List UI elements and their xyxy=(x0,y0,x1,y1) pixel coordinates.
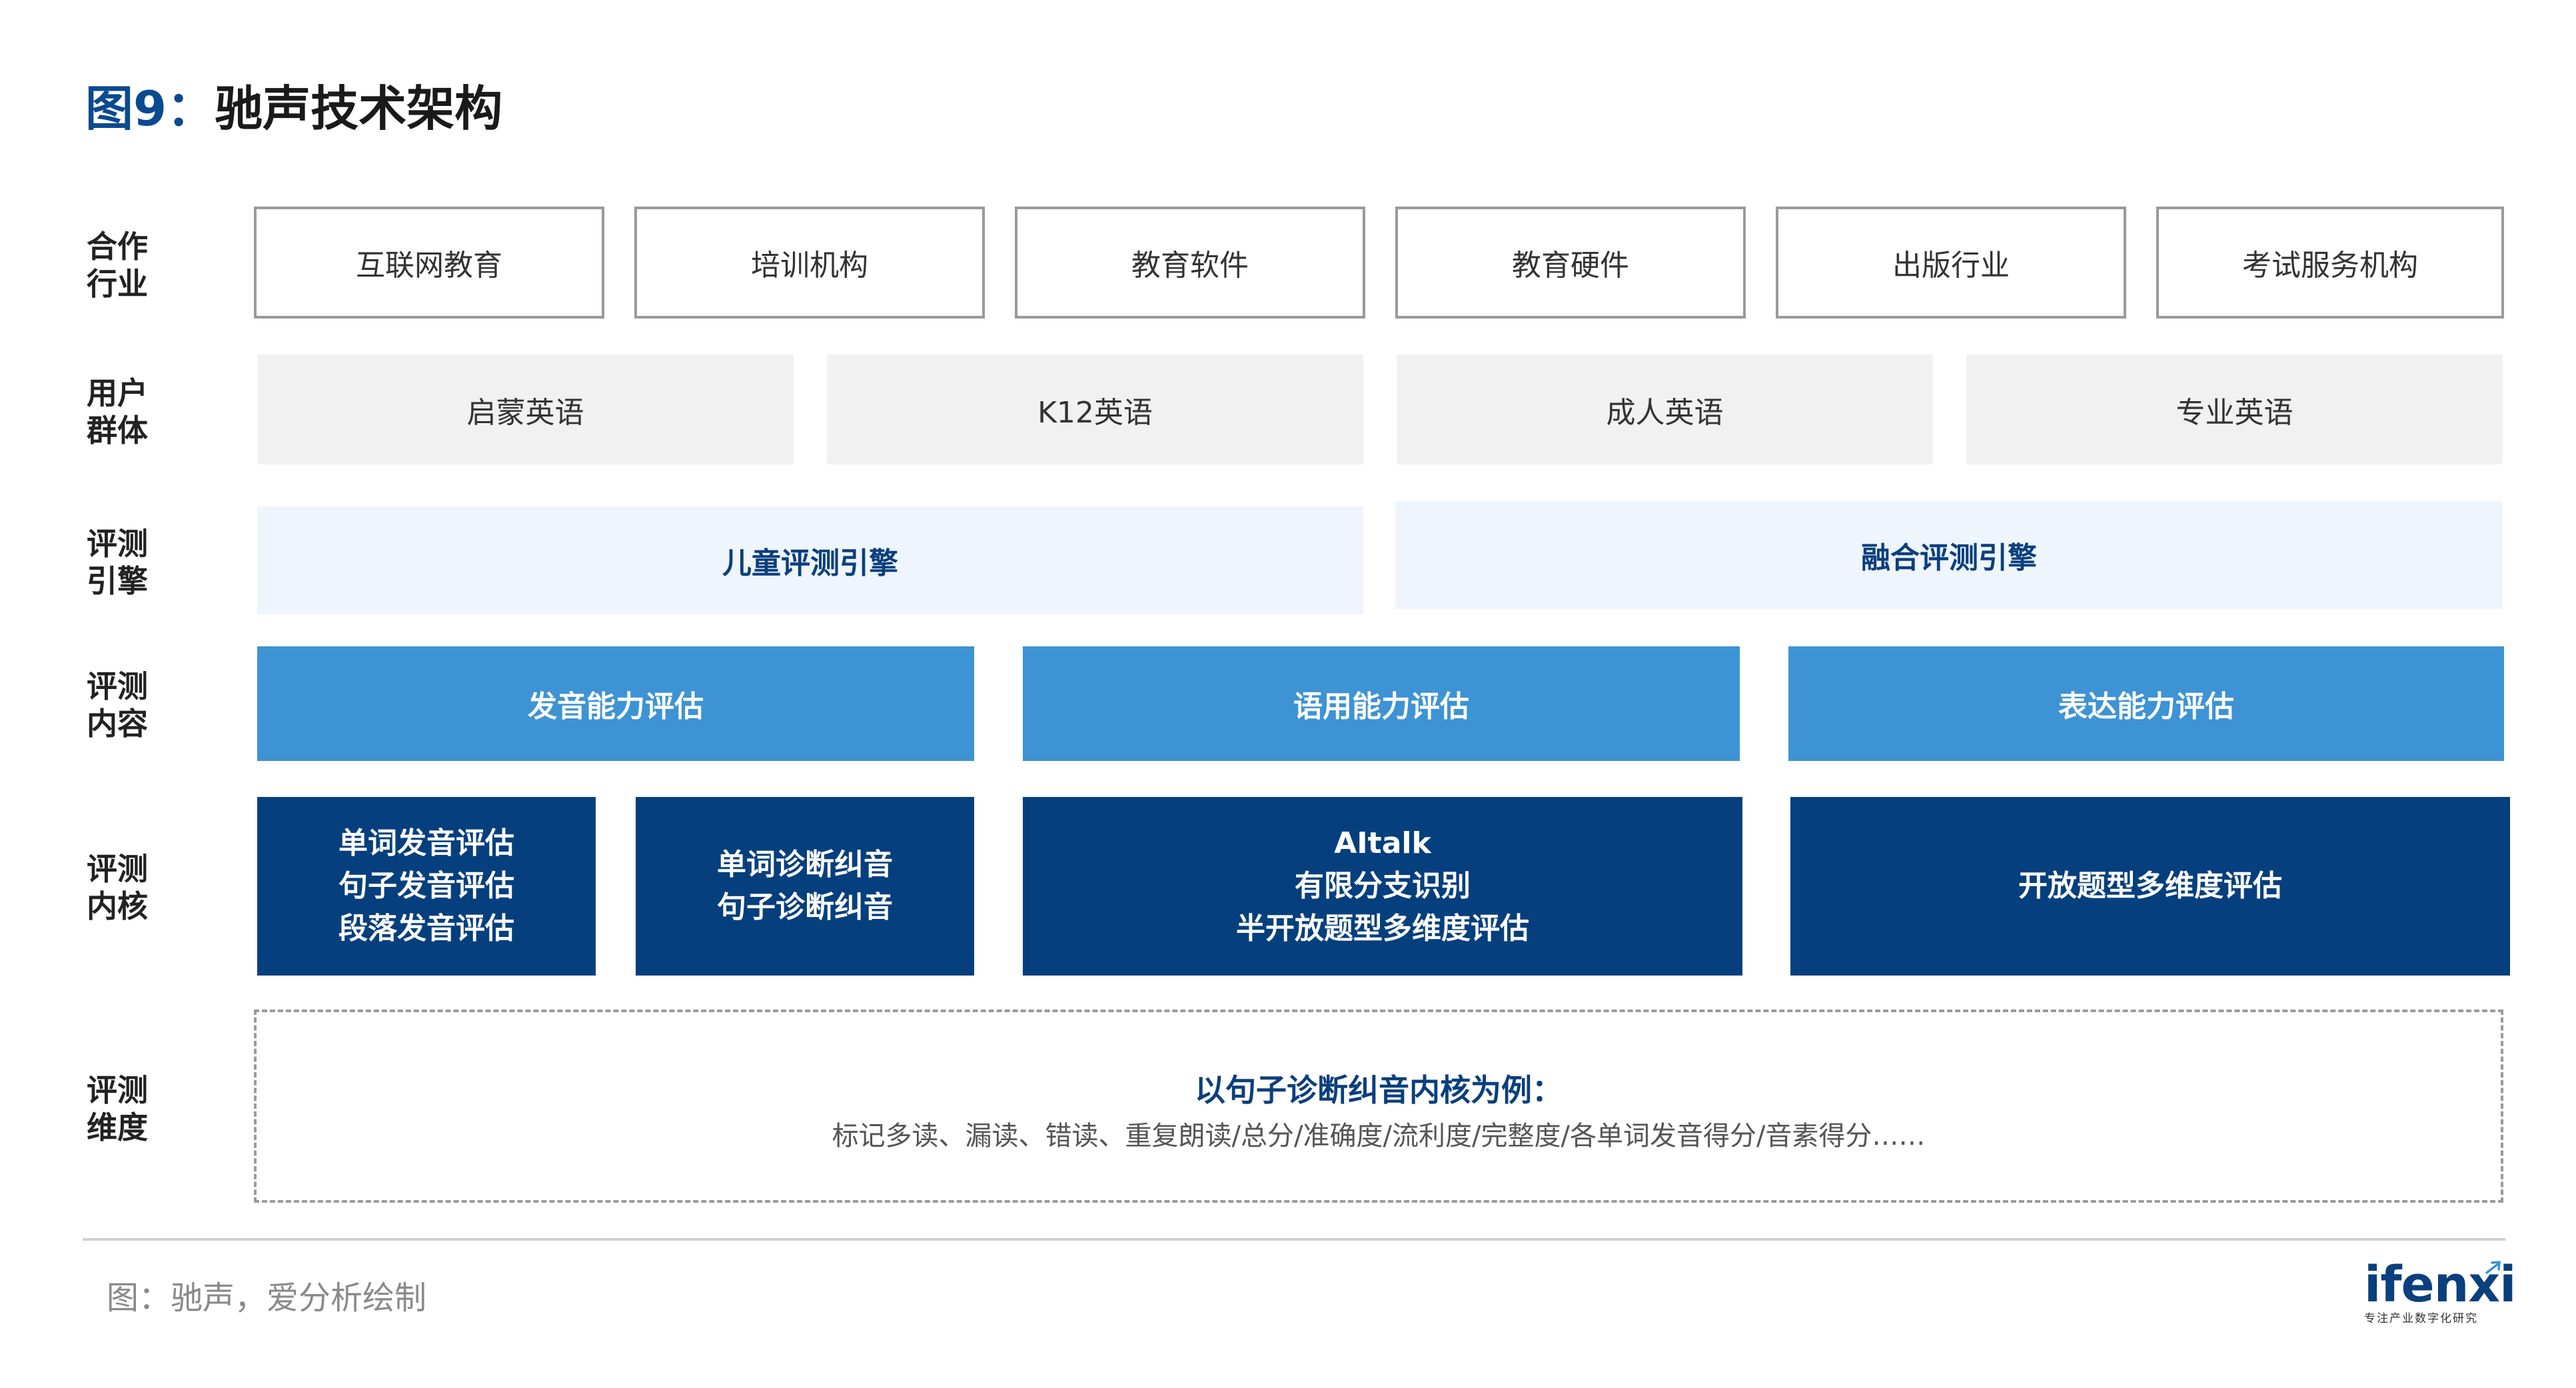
user-group-box: 启蒙英语 xyxy=(257,354,794,464)
kernel-line: 半开放题型多维度评估 xyxy=(1236,912,1529,946)
row-label-line: 引擎 xyxy=(87,563,148,599)
row-label-line: 群体 xyxy=(87,412,148,448)
kernel-line: 句子发音评估 xyxy=(338,869,514,903)
row-label-line: 评测 xyxy=(87,668,148,704)
title-text: 驰声技术架构 xyxy=(215,81,503,137)
row-label-users: 用户 群体 xyxy=(87,374,167,449)
row-label-line: 评测 xyxy=(87,851,148,887)
engine-box-children: 儿童评测引擎 xyxy=(257,506,1363,614)
kernel-line: AItalk xyxy=(1334,826,1431,860)
kernel-line: 段落发音评估 xyxy=(338,912,514,946)
kernel-box-aitalk: AItalk 有限分支识别 半开放题型多维度评估 xyxy=(1023,797,1742,976)
content-box-pronunciation: 发音能力评估 xyxy=(257,646,974,761)
kernel-box-pronunciation: 单词发音评估 句子发音评估 段落发音评估 xyxy=(257,797,596,976)
engine-box-fusion: 融合评测引擎 xyxy=(1395,501,2503,609)
kernel-line: 句子诊断纠音 xyxy=(717,890,893,924)
row-label-content: 评测 内容 xyxy=(87,668,167,742)
row-label-line: 合作 xyxy=(87,229,148,265)
title-prefix: 图9： xyxy=(85,81,215,137)
logo-wordmark: ifenxi xyxy=(2364,1256,2517,1313)
content-box-pragmatics: 语用能力评估 xyxy=(1023,646,1740,761)
kernel-box-diagnosis: 单词诊断纠音 句子诊断纠音 xyxy=(636,797,974,976)
row-label-line: 内核 xyxy=(87,888,148,924)
industry-box: 教育软件 xyxy=(1015,207,1365,319)
industry-box: 出版行业 xyxy=(1776,207,2126,319)
row-label-engine: 评测 引擎 xyxy=(87,525,167,600)
kernel-line: 开放题型多维度评估 xyxy=(2018,869,2282,903)
kernel-line: 单词发音评估 xyxy=(338,826,514,860)
kernel-box-open: 开放题型多维度评估 xyxy=(1790,797,2510,976)
page-title: 图9：驰声技术架构 xyxy=(85,69,502,139)
row-label-line: 用户 xyxy=(87,375,148,411)
industry-box: 教育硬件 xyxy=(1395,207,1746,319)
row-label-industry: 合作 行业 xyxy=(87,228,167,303)
user-group-box: 专业英语 xyxy=(1966,354,2503,464)
user-group-box: K12英语 xyxy=(827,354,1363,464)
logo-arrow-icon xyxy=(2485,1261,2501,1274)
industry-box: 考试服务机构 xyxy=(2156,207,2504,319)
user-group-box: 成人英语 xyxy=(1397,354,1933,464)
row-label-kernel: 评测 内核 xyxy=(87,850,167,925)
dimension-text: 标记多读、漏读、错读、重复朗读/总分/准确度/流利度/完整度/各单词发音得分/音… xyxy=(832,1121,1926,1151)
kernel-line: 有限分支识别 xyxy=(1295,869,1471,903)
logo-tagline: 专注产业数字化研究 xyxy=(2364,1312,2478,1325)
row-label-line: 评测 xyxy=(87,526,148,562)
kernel-line: 单词诊断纠音 xyxy=(717,848,893,882)
industry-box: 互联网教育 xyxy=(254,207,604,319)
row-label-line: 内容 xyxy=(87,706,148,742)
footer-divider xyxy=(83,1238,2505,1241)
dimension-title: 以句子诊断纠音内核为例： xyxy=(1195,1072,1563,1108)
ifenxi-logo: ifenxi 专注产业数字化研究 xyxy=(2364,1256,2517,1331)
row-label-line: 评测 xyxy=(87,1072,148,1108)
content-box-expression: 表达能力评估 xyxy=(1788,646,2504,761)
source-note: 图：驰声，爱分析绘制 xyxy=(107,1279,427,1317)
industry-box: 培训机构 xyxy=(634,207,985,319)
row-label-dimension: 评测 维度 xyxy=(87,1071,167,1146)
row-label-line: 行业 xyxy=(87,266,148,302)
row-label-line: 维度 xyxy=(87,1109,148,1145)
